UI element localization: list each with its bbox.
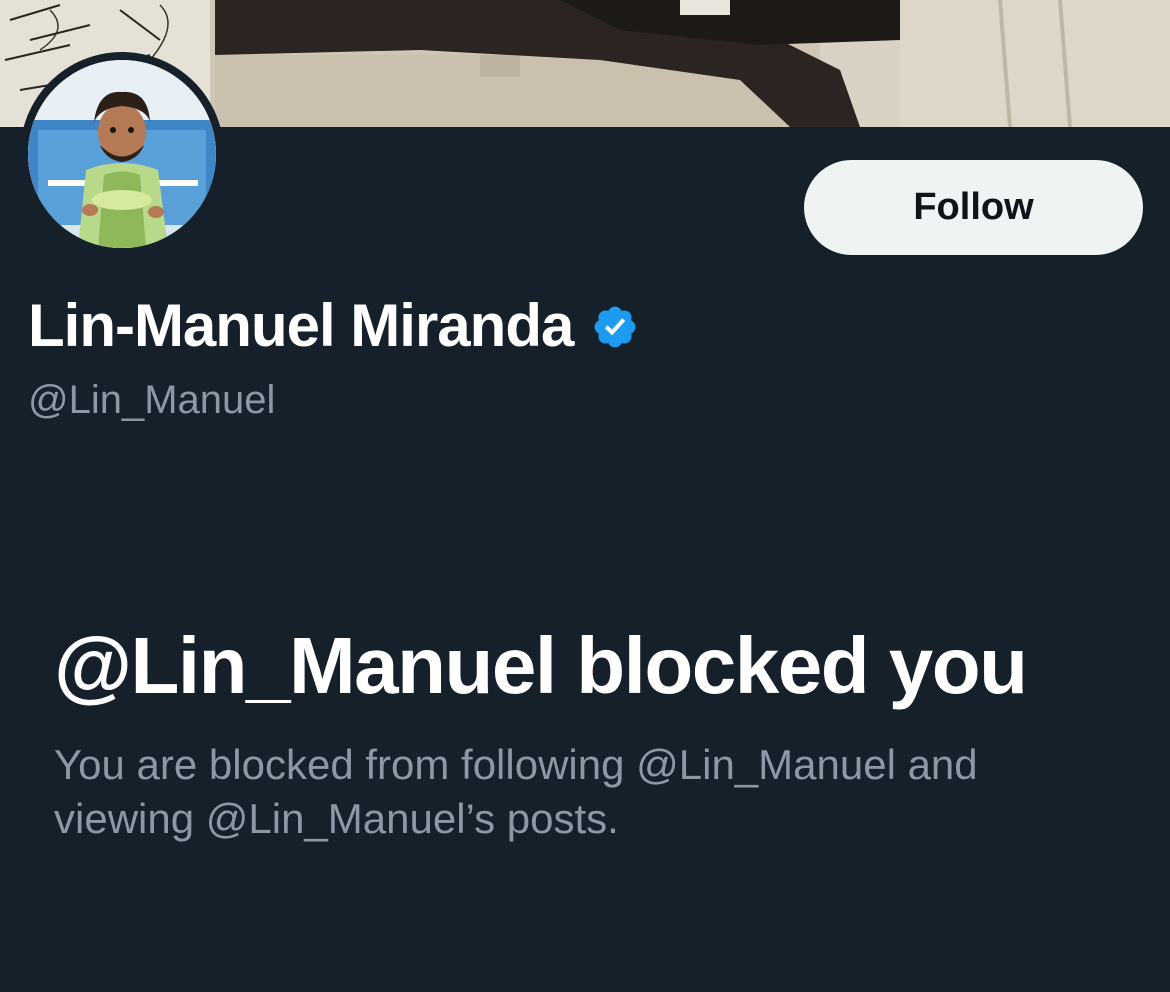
blocked-message: You are blocked from following @Lin_Manu… [54,741,978,842]
follow-button[interactable]: Follow [804,160,1143,255]
blocked-title: @Lin_Manuel blocked you [54,621,1028,710]
profile-avatar[interactable] [20,52,224,256]
display-name-row: Lin-Manuel Miranda [28,290,639,362]
verified-badge-icon[interactable] [591,303,639,351]
avatar-image [28,60,216,248]
display-name: Lin-Manuel Miranda [28,292,574,359]
profile-handle: @Lin_Manuel [28,378,276,422]
